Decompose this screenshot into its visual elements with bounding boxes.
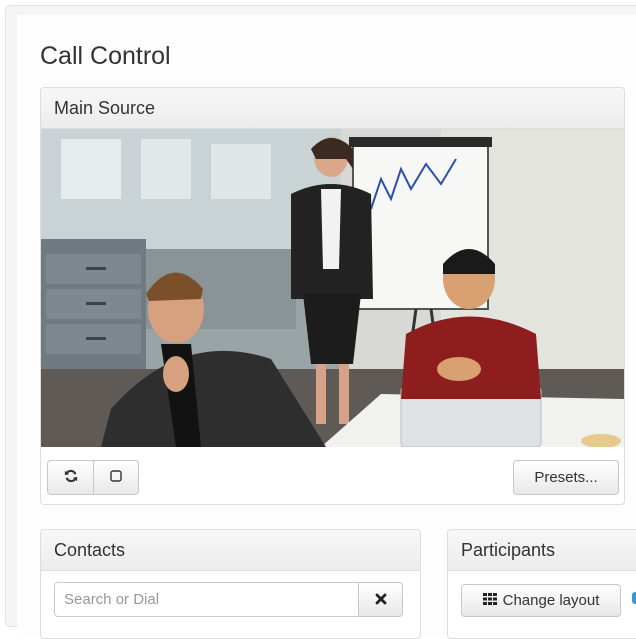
presets-button[interactable]: Presets... (513, 460, 619, 495)
main-source-panel: Main Source Presets... (40, 87, 625, 505)
change-layout-label: Change layout (502, 592, 600, 609)
clear-search-button[interactable] (358, 582, 403, 617)
contacts-heading: Contacts (41, 530, 420, 571)
participants-heading: Participants (448, 530, 636, 571)
camera-control-group (47, 460, 139, 495)
stop-button[interactable] (93, 460, 139, 495)
close-icon (375, 590, 387, 610)
search-input[interactable] (54, 582, 359, 617)
main-source-video[interactable] (41, 129, 625, 447)
participants-panel: Participants Change layout (447, 529, 636, 639)
main-source-heading: Main Source (41, 88, 624, 129)
edge-indicator (632, 592, 636, 604)
refresh-icon (64, 469, 78, 487)
page-title: Call Control (40, 42, 171, 70)
square-icon (110, 469, 122, 486)
refresh-button[interactable] (47, 460, 94, 495)
grid-icon (482, 592, 497, 609)
contacts-panel: Contacts (40, 529, 421, 639)
change-layout-button[interactable]: Change layout (461, 584, 621, 617)
